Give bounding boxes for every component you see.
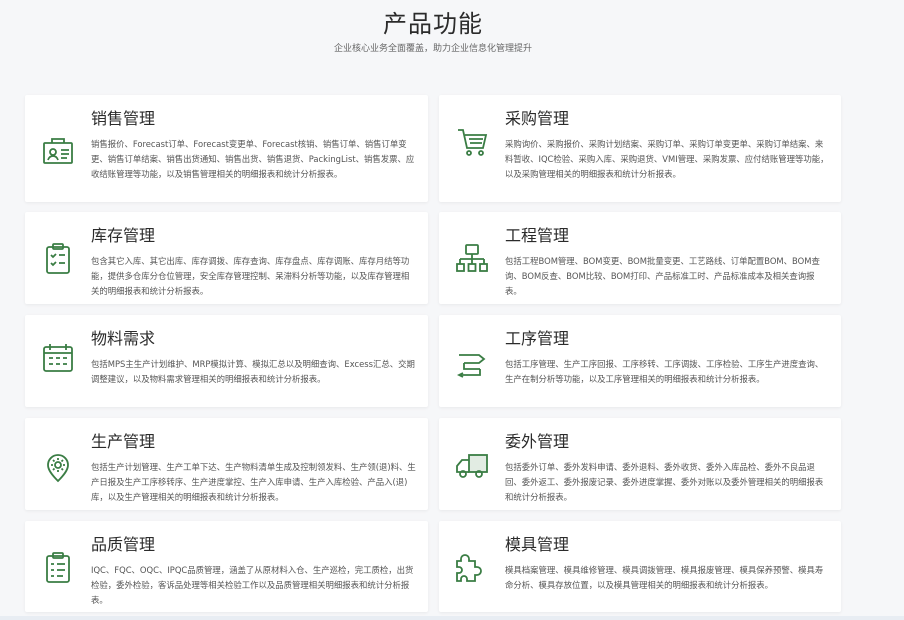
- process-flow-icon: [455, 347, 489, 381]
- module-title: 工程管理: [505, 226, 570, 245]
- module-description: 包括委外订单、委外发料申请、委外退料、委外收货、委外入库品检、委外不良品退回、委…: [505, 462, 824, 502]
- inventory-clipboard-icon: [41, 242, 75, 276]
- module-card-mold[interactable]: 模具管理 模具档案管理、模具维修管理、模具调拨管理、模具报废管理、模具保养预警、…: [439, 521, 841, 612]
- quality-clipboard-icon: [41, 551, 75, 585]
- bottom-divider: [0, 616, 904, 620]
- calendar-grid-icon: [41, 341, 75, 375]
- module-card-inventory[interactable]: 库存管理 包含其它入库、其它出库、库存调拨、库存查询、库存盘点、库存调账、库存月…: [25, 212, 428, 304]
- module-title: 模具管理: [505, 535, 570, 554]
- module-description: 包括工序管理、生产工序回报、工序移转、工序调拨、工序检验、工序生产进度查询、生产…: [505, 359, 824, 384]
- module-title: 生产管理: [91, 432, 156, 451]
- module-description: 包括工程BOM管理、BOM变更、BOM批量变更、工艺路线、订单配置BOM、BOM…: [505, 256, 820, 296]
- hierarchy-icon: [455, 242, 489, 276]
- module-description: 包含其它入库、其它出库、库存调拨、库存查询、库存盘点、库存调账、库存月结等功能，…: [91, 256, 410, 296]
- module-title: 销售管理: [91, 109, 156, 128]
- puzzle-icon: [455, 551, 489, 585]
- module-description: 销售报价、Forecast订单、Forecast变更单、Forecast核销、销…: [91, 139, 415, 179]
- module-description: 采购询价、采购报价、采购计划结案、采购订单、采购订单变更单、采购订单结案、来料暂…: [505, 139, 829, 179]
- module-card-process[interactable]: 工序管理 包括工序管理、生产工序回报、工序移转、工序调拨、工序检验、工序生产进度…: [439, 315, 841, 407]
- gear-pin-icon: [41, 450, 75, 484]
- module-title: 工序管理: [505, 329, 570, 348]
- module-card-engineering[interactable]: 工程管理 包括工程BOM管理、BOM变更、BOM批量变更、工艺路线、订单配置BO…: [439, 212, 841, 304]
- module-description: 包括MPS主生产计划维护、MRP模拟计算、模拟汇总以及明细查询、Excess汇总…: [91, 359, 415, 384]
- module-title: 物料需求: [91, 329, 156, 348]
- module-card-material-requirement[interactable]: 物料需求 包括MPS主生产计划维护、MRP模拟计算、模拟汇总以及明细查询、Exc…: [25, 315, 428, 407]
- module-description: 包括生产计划管理、生产工单下达、生产物料清单生成及控制领发料、生产领(退)料、生…: [91, 462, 416, 502]
- module-description: 模具档案管理、模具维修管理、模具调拨管理、模具报废管理、模具保养预警、模具寿命分…: [505, 565, 824, 590]
- module-card-purchase[interactable]: 采购管理 采购询价、采购报价、采购计划结案、采购订单、采购订单变更单、采购订单结…: [439, 95, 841, 202]
- module-card-sales[interactable]: 销售管理 销售报价、Forecast订单、Forecast变更单、Forecas…: [25, 95, 428, 202]
- module-description: IQC、FQC、OQC、IPQC品质管理，涵盖了从原材料入仓、生产巡检，完工质检…: [91, 565, 414, 605]
- module-card-quality[interactable]: 品质管理 IQC、FQC、OQC、IPQC品质管理，涵盖了从原材料入仓、生产巡检…: [25, 521, 428, 612]
- page-subtitle: 企业核心业务全面覆盖，助力企业信息化管理提升: [333, 44, 532, 54]
- module-title: 品质管理: [91, 535, 156, 554]
- module-card-production[interactable]: 生产管理 包括生产计划管理、生产工单下达、生产物料清单生成及控制领发料、生产领(…: [25, 418, 428, 510]
- cart-icon: [455, 125, 489, 159]
- sales-icon: [41, 133, 75, 167]
- truck-icon: [455, 448, 489, 482]
- module-title: 采购管理: [505, 109, 570, 128]
- module-card-outsourcing[interactable]: 委外管理 包括委外订单、委外发料申请、委外退料、委外收货、委外入库品检、委外不良…: [439, 418, 841, 510]
- page-title: 产品功能: [383, 10, 483, 38]
- module-title: 库存管理: [91, 226, 156, 245]
- module-title: 委外管理: [505, 432, 570, 451]
